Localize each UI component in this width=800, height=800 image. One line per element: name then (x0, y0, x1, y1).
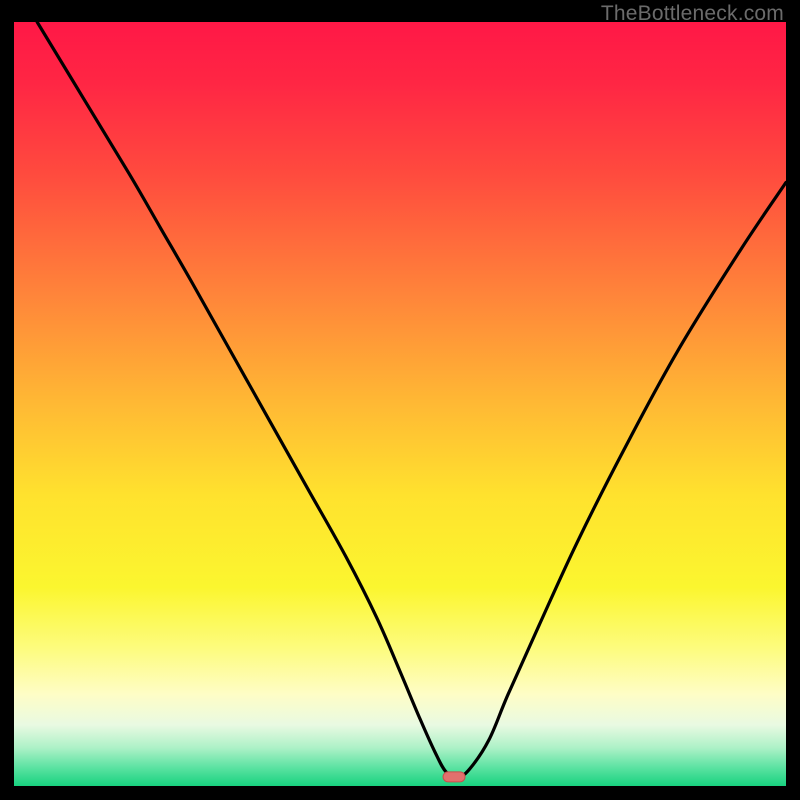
chart-outer: TheBottleneck.com (0, 0, 800, 800)
optimal-point-marker (443, 772, 465, 782)
plot-frame (14, 22, 786, 786)
watermark-text: TheBottleneck.com (601, 2, 784, 26)
bottleneck-chart-svg (14, 22, 786, 786)
